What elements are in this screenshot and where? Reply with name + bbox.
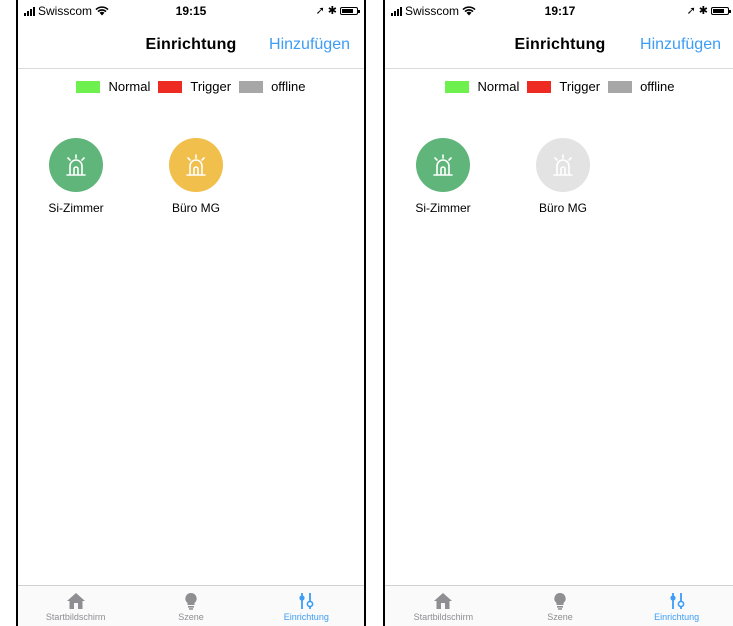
home-icon (66, 593, 85, 609)
alarm-light-icon (66, 154, 86, 176)
lightbulb-icon (554, 592, 566, 610)
status-legend: Normal Trigger offline (385, 79, 733, 94)
device-status-circle (416, 138, 470, 192)
alarm-light-icon (553, 154, 573, 176)
home-icon (434, 593, 453, 609)
navigation-bar: Einrichtung Hinzufügen (385, 20, 733, 69)
status-time: 19:17 (544, 4, 576, 18)
legend-swatch-trigger (158, 80, 183, 93)
tab-startbildschirm[interactable]: Startbildschirm (385, 586, 502, 626)
legend-offline: offline (239, 79, 306, 94)
status-time: 19:15 (175, 4, 207, 18)
legend-label: Trigger (559, 79, 601, 94)
phone-screen-1: Swisscom 19:15 ➚ ✱ Einrichtung Hinzufüge… (16, 0, 366, 626)
alarm-light-icon (186, 154, 206, 176)
legend-swatch-normal (76, 80, 101, 93)
device-status-circle (169, 138, 223, 192)
legend-trigger: Trigger (527, 79, 600, 94)
legend-offline: offline (608, 79, 675, 94)
navigation-bar: Einrichtung Hinzufügen (18, 20, 364, 69)
legend-swatch-offline (239, 80, 264, 93)
device-label: Si-Zimmer (415, 201, 471, 215)
legend-trigger: Trigger (158, 79, 231, 94)
device-si-zimmer[interactable]: Si-Zimmer (403, 138, 483, 215)
tab-einrichtung[interactable]: Einrichtung (249, 586, 364, 626)
legend-swatch-offline (608, 80, 633, 93)
bluetooth-icon: ✱ (698, 5, 708, 17)
legend-normal: Normal (445, 79, 519, 94)
sliders-icon (299, 593, 314, 609)
device-grid: Si-Zimmer Büro MG (18, 138, 364, 215)
add-button[interactable]: Hinzufügen (269, 36, 350, 54)
location-arrow-icon: ➚ (686, 5, 696, 17)
legend-label: offline (271, 79, 306, 94)
sliders-icon (670, 593, 685, 609)
device-grid: Si-Zimmer Büro MG (385, 138, 733, 215)
device-status-circle (536, 138, 590, 192)
location-arrow-icon: ➚ (315, 5, 325, 17)
alarm-light-icon (433, 154, 453, 176)
tab-szene[interactable]: Szene (502, 586, 619, 626)
tab-bar: Startbildschirm Szene Einrichtung (18, 585, 364, 626)
status-bar: Swisscom 19:15 ➚ ✱ (18, 0, 364, 20)
tab-label: Einrichtung (654, 612, 700, 622)
device-label: Büro MG (171, 201, 220, 215)
device-buero-mg[interactable]: Büro MG (156, 138, 236, 215)
tab-label: Einrichtung (283, 612, 329, 622)
tab-label: Szene (547, 612, 573, 622)
tab-startbildschirm[interactable]: Startbildschirm (18, 586, 133, 626)
status-legend: Normal Trigger offline (18, 79, 364, 94)
legend-label: Normal (108, 79, 151, 94)
legend-swatch-normal (445, 80, 470, 93)
tab-bar: Startbildschirm Szene Einrichtung (385, 585, 733, 626)
tab-label: Startbildschirm (45, 612, 106, 622)
phone-screen-2: Swisscom 19:17 ➚ ✱ Einrichtung Hinzufüge… (383, 0, 733, 626)
legend-label: Trigger (190, 79, 232, 94)
device-buero-mg[interactable]: Büro MG (523, 138, 603, 215)
device-label: Si-Zimmer (48, 201, 104, 215)
legend-normal: Normal (76, 79, 150, 94)
legend-label: offline (640, 79, 675, 94)
lightbulb-icon (185, 592, 197, 610)
legend-swatch-trigger (527, 80, 552, 93)
tab-einrichtung[interactable]: Einrichtung (618, 586, 733, 626)
battery-icon (711, 6, 731, 15)
tab-label: Szene (178, 612, 204, 622)
tab-szene[interactable]: Szene (133, 586, 248, 626)
tab-label: Startbildschirm (413, 612, 474, 622)
legend-label: Normal (477, 79, 520, 94)
add-button[interactable]: Hinzufügen (640, 36, 721, 54)
device-si-zimmer[interactable]: Si-Zimmer (36, 138, 116, 215)
battery-icon (340, 6, 360, 15)
device-status-circle (49, 138, 103, 192)
status-bar: Swisscom 19:17 ➚ ✱ (385, 0, 733, 20)
bluetooth-icon: ✱ (327, 5, 337, 17)
device-label: Büro MG (538, 201, 587, 215)
